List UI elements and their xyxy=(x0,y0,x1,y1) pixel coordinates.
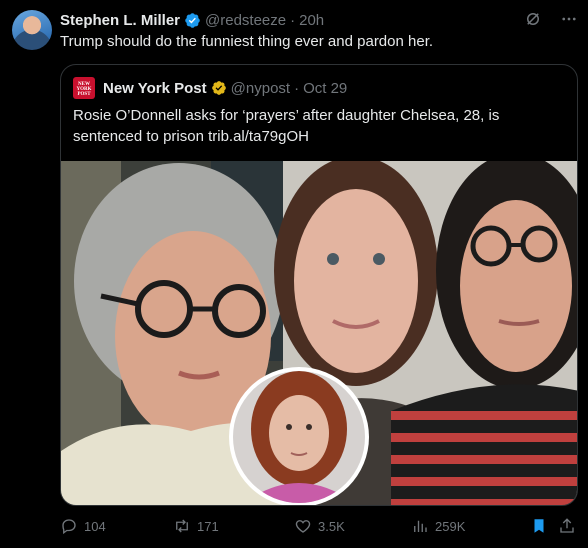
quote-separator-dot: · xyxy=(294,79,300,97)
quote-author-name[interactable]: New York Post xyxy=(103,80,207,97)
share-icon xyxy=(560,518,574,533)
quote-header: NEW YORK POST New York Post @nypost · Oc… xyxy=(73,77,347,99)
quote-author-handle[interactable]: @nypost xyxy=(231,80,290,97)
separator-dot: · xyxy=(290,11,296,29)
verified-badge-icon xyxy=(185,12,200,28)
quote-text: Rosie O’Donnell asks for ‘prayers’ after… xyxy=(73,107,500,145)
author-name[interactable]: Stephen L. Miller xyxy=(60,12,180,29)
like-count: 3.5K xyxy=(318,518,345,534)
views-count: 259K xyxy=(435,518,466,534)
svg-text:POST: POST xyxy=(77,92,91,97)
views-button[interactable]: 259K xyxy=(411,517,465,535)
quote-tweet[interactable]: NEW YORK POST New York Post @nypost · Oc… xyxy=(60,64,578,506)
bookmark-icon xyxy=(534,519,544,533)
tweet-text: Trump should do the funniest thing ever … xyxy=(60,33,434,50)
tweet-header: Stephen L. Miller @redsteeze · 20h xyxy=(60,10,324,30)
reply-button[interactable]: 104 xyxy=(60,517,106,535)
nypost-logo[interactable]: NEW YORK POST xyxy=(73,77,95,99)
tweet[interactable]: Stephen L. Miller @redsteeze · 20h Trump… xyxy=(0,0,588,548)
grok-icon[interactable] xyxy=(524,10,542,28)
quote-image[interactable] xyxy=(61,161,577,505)
repost-button[interactable]: 171 xyxy=(173,517,219,535)
repost-icon xyxy=(176,519,188,533)
top-actions xyxy=(524,10,578,28)
reply-icon xyxy=(62,519,76,535)
more-icon[interactable] xyxy=(560,10,578,28)
like-button[interactable]: 3.5K xyxy=(294,517,345,535)
views-icon xyxy=(414,520,427,532)
tweet-actions: 104 171 3.5K 259K xyxy=(60,517,580,537)
repost-count: 171 xyxy=(197,518,219,534)
author-handle[interactable]: @redsteeze xyxy=(205,12,286,29)
quote-time[interactable]: Oct 29 xyxy=(303,80,347,97)
gold-verified-badge-icon xyxy=(211,81,226,95)
author-avatar[interactable] xyxy=(12,10,52,50)
reply-count: 104 xyxy=(84,518,106,534)
like-icon xyxy=(295,520,311,533)
share-button[interactable] xyxy=(558,517,576,535)
tweet-time[interactable]: 20h xyxy=(299,12,324,29)
bookmark-button[interactable] xyxy=(530,517,548,535)
